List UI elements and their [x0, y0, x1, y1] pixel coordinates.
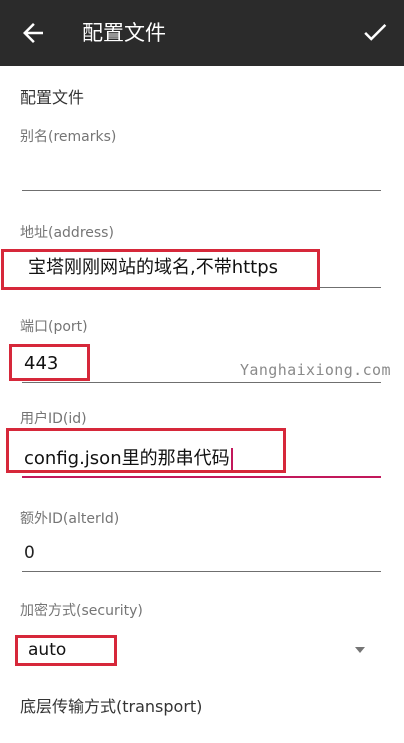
app-bar: 配置文件: [0, 0, 404, 66]
port-label: 端口(port): [20, 319, 88, 335]
section-title: 配置文件: [20, 88, 85, 107]
page-title: 配置文件: [82, 21, 166, 45]
checkmark-icon[interactable]: [360, 17, 390, 47]
user-id-label: 用户ID(id): [20, 411, 87, 427]
address-label: 地址(address): [20, 225, 114, 241]
security-select[interactable]: auto: [20, 634, 381, 666]
text-cursor: [230, 448, 233, 470]
remarks-label: 别名(remarks): [20, 129, 117, 145]
address-value: 宝塔刚刚网站的域名,不带https: [28, 257, 279, 278]
back-arrow-icon[interactable]: [18, 18, 48, 48]
alter-id-label: 额外ID(alterId): [20, 511, 120, 527]
transport-section-title: 底层传输方式(transport): [20, 697, 203, 716]
watermark: Yanghaixiong.com: [240, 361, 391, 379]
dropdown-arrow-icon: [355, 647, 365, 653]
security-label: 加密方式(security): [20, 603, 143, 619]
user-id-value: config.json里的那串代码: [24, 447, 233, 471]
alter-id-input[interactable]: [22, 534, 381, 572]
security-value: auto: [28, 640, 67, 660]
remarks-input[interactable]: [22, 153, 381, 191]
port-value: 443: [24, 353, 59, 374]
